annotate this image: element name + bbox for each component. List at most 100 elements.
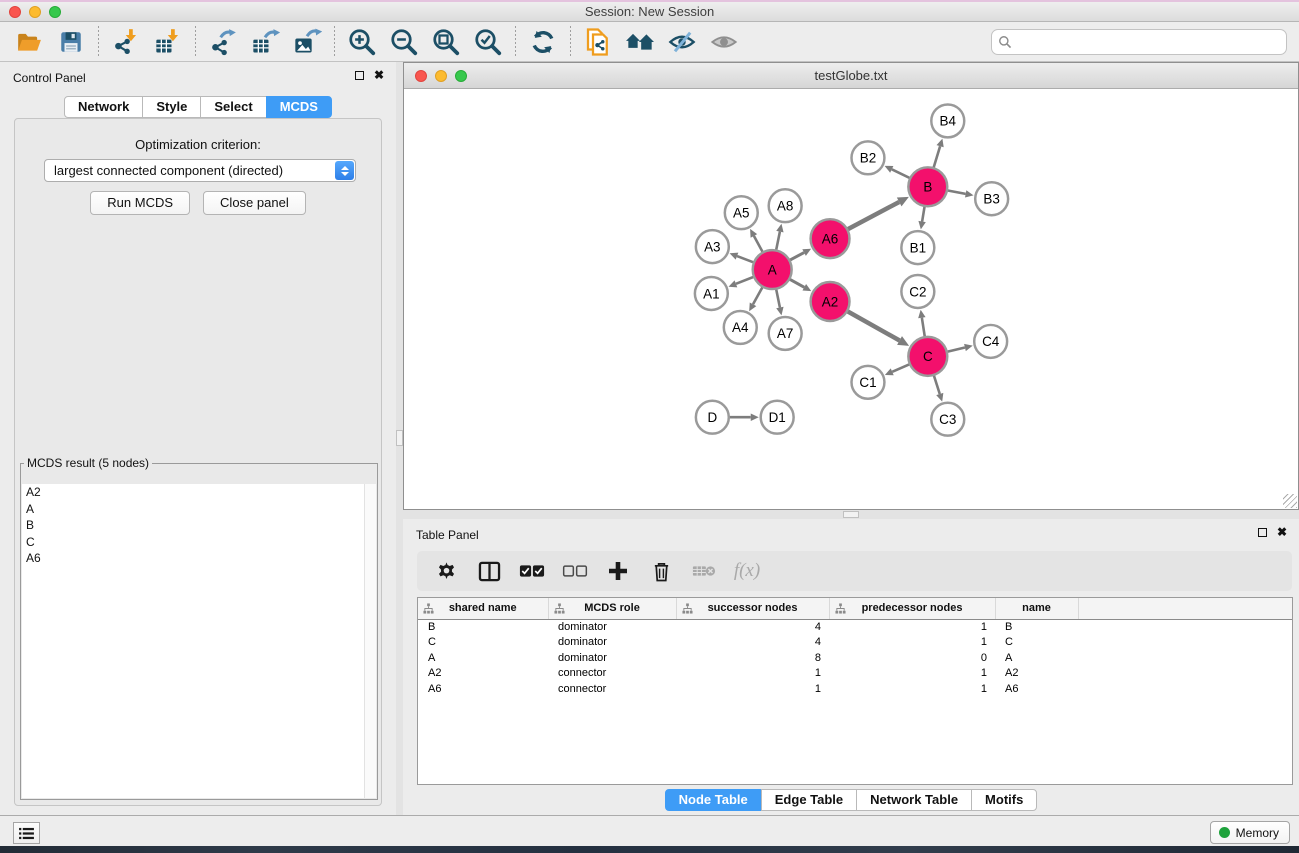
show-graphics-details-button[interactable] — [703, 25, 745, 59]
list-item[interactable]: C — [22, 534, 376, 551]
tab-network[interactable]: Network — [64, 96, 143, 118]
deselect-all-checkboxes-button[interactable] — [562, 557, 588, 585]
float-table-panel-icon[interactable] — [1258, 528, 1267, 537]
zoom-selected-button[interactable] — [467, 25, 509, 59]
tab-mcds[interactable]: MCDS — [266, 96, 332, 118]
column-header-successor-nodes[interactable]: successor nodes — [676, 598, 829, 619]
vertical-splitter[interactable] — [396, 62, 403, 815]
save-session-button[interactable] — [50, 25, 92, 59]
function-builder-button[interactable]: f(x) — [734, 557, 760, 585]
window-controls[interactable] — [9, 6, 61, 18]
table-cell[interactable]: 1 — [829, 619, 995, 635]
add-row-button[interactable] — [605, 557, 631, 585]
minimize-window-button[interactable] — [29, 6, 41, 18]
table-cell[interactable]: 8 — [676, 650, 829, 666]
table-row[interactable]: A6connector11A6 — [418, 681, 1292, 697]
delete-rows-button[interactable] — [648, 557, 674, 585]
table-cell[interactable]: connector — [548, 681, 676, 697]
tab-select[interactable]: Select — [200, 96, 266, 118]
mcds-result-list[interactable]: A2ABCA6 — [22, 484, 376, 798]
table-cell[interactable]: A — [995, 650, 1078, 666]
task-history-button[interactable] — [13, 822, 40, 844]
tab-network-table[interactable]: Network Table — [856, 789, 972, 811]
zoom-fit-icon — [431, 27, 461, 57]
table-cell[interactable]: B — [418, 619, 548, 635]
horizontal-splitter[interactable] — [403, 510, 1299, 519]
table-cell[interactable]: 1 — [829, 635, 995, 651]
optimization-criterion-select[interactable]: largest connected component (directed) — [44, 159, 356, 182]
table-cell[interactable]: 1 — [829, 681, 995, 697]
zoom-window-button[interactable] — [49, 6, 61, 18]
show-columns-button[interactable] — [476, 557, 502, 585]
close-panel-button[interactable]: Close panel — [203, 191, 306, 215]
table-row[interactable]: A2connector11A2 — [418, 666, 1292, 682]
table-cell[interactable]: A — [418, 650, 548, 666]
zoom-network-window-button[interactable] — [455, 70, 467, 82]
network-canvas[interactable]: AA2A6BCA1A3A4A5A7A8B1B2B3B4C1C2C3C4DD1 — [404, 89, 1298, 509]
close-table-panel-icon[interactable]: ✖ — [1277, 528, 1287, 537]
table-cell[interactable]: C — [418, 635, 548, 651]
select-all-checkboxes-button[interactable] — [519, 557, 545, 585]
table-row[interactable]: Adominator80A — [418, 650, 1292, 666]
table-cell[interactable]: dominator — [548, 650, 676, 666]
table-cell[interactable]: 1 — [676, 666, 829, 682]
table-cell[interactable]: 4 — [676, 635, 829, 651]
zoom-in-button[interactable] — [341, 25, 383, 59]
table-cell[interactable]: A6 — [995, 681, 1078, 697]
table-cell[interactable]: 4 — [676, 619, 829, 635]
list-item[interactable]: B — [22, 517, 376, 534]
open-session-button[interactable] — [8, 25, 50, 59]
tab-edge-table[interactable]: Edge Table — [761, 789, 857, 811]
close-network-window-button[interactable] — [415, 70, 427, 82]
list-item[interactable]: A6 — [22, 550, 376, 567]
export-network-button[interactable] — [202, 25, 244, 59]
table-cell[interactable]: A2 — [418, 666, 548, 682]
table-cell[interactable]: C — [995, 635, 1078, 651]
table-cell[interactable]: dominator — [548, 635, 676, 651]
table-cell[interactable]: connector — [548, 666, 676, 682]
export-table-button[interactable] — [244, 25, 286, 59]
close-window-button[interactable] — [9, 6, 21, 18]
memory-button[interactable]: Memory — [1210, 821, 1290, 844]
delete-table-button[interactable] — [691, 557, 717, 585]
close-panel-icon[interactable]: ✖ — [374, 71, 384, 80]
column-header-name[interactable]: name — [995, 598, 1078, 619]
table-cell[interactable]: B — [995, 619, 1078, 635]
select-stepper-icon — [335, 161, 354, 180]
import-table-button[interactable] — [147, 25, 189, 59]
tab-style[interactable]: Style — [142, 96, 201, 118]
table-cell[interactable]: 1 — [676, 681, 829, 697]
result-list-scrollbar[interactable] — [364, 484, 376, 798]
list-item[interactable]: A2 — [22, 484, 376, 501]
window-resize-grip[interactable] — [1283, 494, 1297, 508]
network-window-controls[interactable] — [415, 70, 467, 82]
network-from-file-button[interactable] — [577, 25, 619, 59]
table-cell[interactable]: A2 — [995, 666, 1078, 682]
network-graph[interactable]: AA2A6BCA1A3A4A5A7A8B1B2B3B4C1C2C3C4DD1 — [404, 89, 1298, 509]
column-header-shared-name[interactable]: shared name — [418, 598, 548, 619]
minimize-network-window-button[interactable] — [435, 70, 447, 82]
column-settings-button[interactable] — [433, 557, 459, 585]
hide-graphics-details-button[interactable] — [661, 25, 703, 59]
tab-node-table[interactable]: Node Table — [665, 789, 762, 811]
column-header-mcds-role[interactable]: MCDS role — [548, 598, 676, 619]
table-cell[interactable]: 0 — [829, 650, 995, 666]
float-panel-icon[interactable] — [355, 71, 364, 80]
zoom-fit-button[interactable] — [425, 25, 467, 59]
table-cell[interactable]: dominator — [548, 619, 676, 635]
search-input[interactable] — [991, 29, 1287, 55]
table-cell[interactable]: 1 — [829, 666, 995, 682]
home-view-button[interactable] — [619, 25, 661, 59]
table-row[interactable]: Bdominator41B — [418, 619, 1292, 635]
export-image-button[interactable] — [286, 25, 328, 59]
table-row[interactable]: Cdominator41C — [418, 635, 1292, 651]
run-mcds-button[interactable]: Run MCDS — [90, 191, 190, 215]
refresh-layout-button[interactable] — [522, 25, 564, 59]
list-item[interactable]: A — [22, 501, 376, 518]
zoom-out-button[interactable] — [383, 25, 425, 59]
tab-motifs[interactable]: Motifs — [971, 789, 1037, 811]
import-network-button[interactable] — [105, 25, 147, 59]
table-cell[interactable]: A6 — [418, 681, 548, 697]
column-header-predecessor-nodes[interactable]: predecessor nodes — [829, 598, 995, 619]
network-window-titlebar[interactable]: testGlobe.txt — [404, 63, 1298, 89]
